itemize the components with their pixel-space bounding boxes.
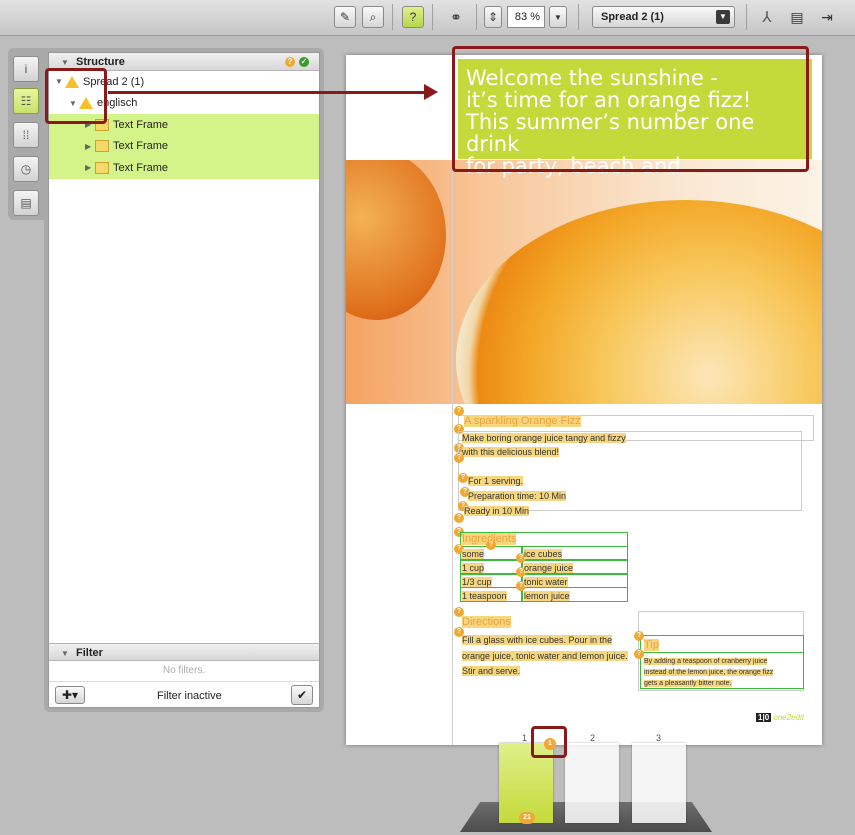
tip-line: gets a pleasantly bitter note. — [644, 680, 732, 687]
tree-item-label: Text Frame — [113, 118, 169, 131]
tree-item-label: Text Frame — [113, 161, 169, 174]
toolbar-divider — [392, 4, 393, 30]
filter-header[interactable]: ▼ Filter — [49, 643, 319, 661]
info-icon[interactable]: i — [13, 56, 39, 82]
collapse-icon: ▼ — [61, 58, 69, 67]
prep-text: Preparation time: 10 Min — [468, 491, 567, 501]
ingredient-item: tonic water — [524, 577, 568, 587]
page-thumbnail-3[interactable] — [632, 743, 686, 823]
directions-line: orange juice, tonic water and lemon juic… — [462, 651, 628, 661]
logo-text: one2edit — [773, 713, 805, 722]
help-icon[interactable]: ? — [402, 6, 424, 28]
orange-photo — [346, 160, 822, 404]
directions-title: Directions — [462, 616, 511, 628]
annotation-highlight-thumbnail — [531, 726, 567, 758]
expand-icon: ▶ — [85, 163, 92, 173]
filter-empty-text: No filters. — [162, 665, 206, 676]
toolbar-divider — [476, 4, 477, 30]
warning-marker[interactable]: ? — [634, 649, 644, 659]
page-number: 1 — [522, 733, 528, 743]
count-badge: 21 — [519, 812, 535, 824]
structure-icon[interactable]: ☷ — [13, 88, 39, 114]
recipe-title: A sparkling Orange Fizz — [464, 415, 581, 427]
annotation-highlight-hero — [452, 46, 809, 172]
serving-text: For 1 serving. — [468, 476, 524, 486]
warning-marker[interactable]: ? — [454, 513, 464, 523]
tip-header-box — [640, 635, 804, 653]
filter-title: Filter — [75, 647, 103, 659]
ok-status-icon: ✓ — [299, 57, 309, 67]
pencil-icon[interactable]: ✎ — [334, 6, 356, 28]
filter-bar: ✚▾ Filter inactive ✔ — [49, 681, 319, 707]
annotation-highlight-tree — [45, 68, 107, 124]
toolbar-divider — [578, 4, 579, 30]
layout-icon[interactable]: ⁞⁞ — [13, 122, 39, 148]
structure-title: Structure — [75, 56, 125, 68]
collapse-icon: ▼ — [61, 649, 69, 658]
ingredient-qty: 1 teaspoon — [462, 591, 507, 601]
tree-item-text-frame[interactable]: ▶ Text Frame — [49, 135, 319, 157]
warning-marker[interactable]: ? — [634, 631, 644, 641]
tree-item-text-frame[interactable]: ▶ Text Frame — [49, 157, 319, 179]
orange-slice — [456, 200, 822, 404]
zoom-dropdown-button[interactable]: ▼ — [549, 6, 567, 28]
tip-line: instead of the lemon juice, the orange f… — [644, 669, 774, 676]
pdf-icon[interactable]: ⅄ — [756, 6, 778, 28]
ingredient-item: ice cubes — [524, 549, 563, 559]
directions-line: Fill a glass with ice cubes. Pour in the — [462, 635, 613, 645]
warning-marker[interactable]: ? — [486, 540, 496, 550]
ingredient-qty: some — [462, 549, 485, 559]
apply-filter-button[interactable]: ✔ — [291, 685, 313, 705]
tip-line: By adding a teaspoon of cranberry juice — [644, 658, 768, 665]
exit-icon[interactable]: ⇥ — [816, 6, 838, 28]
add-filter-button[interactable]: ✚▾ — [55, 686, 85, 704]
ready-text: Ready in 10 Min — [464, 506, 530, 516]
tree-item-label: Text Frame — [113, 140, 169, 153]
logo-mark: 1|0 — [756, 713, 772, 722]
text-frame-icon — [95, 140, 109, 153]
structure-panel: ▼ Structure ? ✓ ▼ Spread 2 (1) ▼ englisc… — [44, 48, 324, 712]
zoom-input[interactable]: 83 % — [507, 6, 545, 28]
side-tool-strip: i ☷ ⁞⁞ ◷ ▤ — [8, 48, 44, 220]
ingredient-item: lemon juice — [524, 591, 570, 601]
spread-select-label: Spread 2 (1) — [601, 11, 664, 23]
page-thumbnail-2[interactable] — [565, 743, 619, 823]
save-icon[interactable]: ▤ — [786, 6, 808, 28]
history-icon[interactable]: ◷ — [13, 156, 39, 182]
text-frame-icon — [95, 161, 109, 174]
warning-marker[interactable]: ? — [454, 406, 464, 416]
page-number: 2 — [590, 733, 596, 743]
chevron-down-icon: ▼ — [716, 10, 730, 24]
annotation-arrowhead — [424, 84, 438, 100]
toolbar-divider — [432, 4, 433, 30]
tip-title: Tip — [644, 639, 659, 651]
toolbar-divider — [746, 4, 747, 30]
page-number: 3 — [656, 733, 662, 743]
warning-marker[interactable]: ? — [454, 453, 464, 463]
expand-icon: ▶ — [85, 141, 92, 151]
zoom-stepper[interactable]: ⇕ — [484, 6, 502, 28]
one2edit-logo: 1|0 one2edit — [756, 713, 804, 722]
magnifier-icon[interactable]: ⌕ — [362, 6, 384, 28]
orange-whole — [346, 160, 446, 320]
spread-select[interactable]: Spread 2 (1) ▼ — [592, 6, 735, 28]
ingredient-item: orange juice — [524, 563, 574, 573]
comment-icon[interactable]: ▤ — [13, 190, 39, 216]
filter-state-text: Filter inactive — [157, 690, 222, 702]
warning-marker[interactable]: ? — [458, 473, 468, 483]
top-toolbar: ✎ ⌕ ? ⚭ ⇕ 83 % ▼ Spread 2 (1) ▼ ⅄ ▤ ⇥ — [0, 0, 855, 36]
directions-line: Stir and serve. — [462, 666, 521, 676]
annotation-arrow — [108, 91, 428, 94]
binoculars-icon[interactable]: ⚭ — [445, 6, 467, 28]
warning-status-icon: ? — [285, 57, 295, 67]
ingredient-qty: 1/3 cup — [462, 577, 492, 587]
ingredient-qty: 1 cup — [462, 563, 485, 573]
